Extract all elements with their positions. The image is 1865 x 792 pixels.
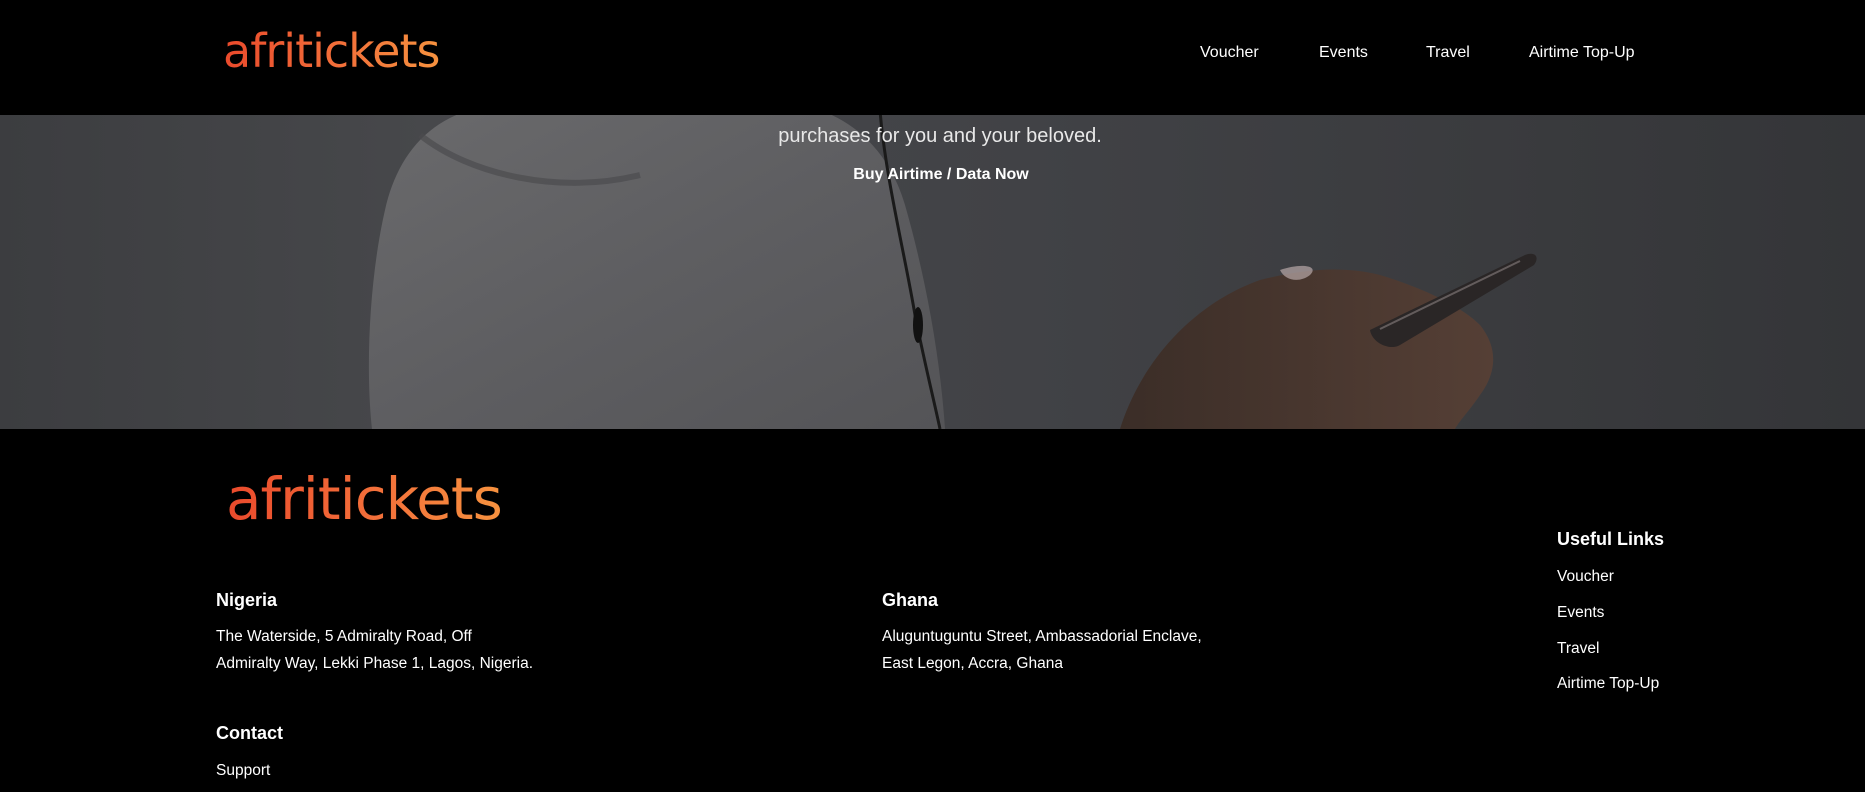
- hero-banner: purchases for you and your beloved. Buy …: [0, 115, 1865, 429]
- useful-links-heading: Useful Links: [1557, 529, 1665, 549]
- nigeria-heading: Nigeria: [216, 590, 278, 610]
- hero-subtitle: purchases for you and your beloved.: [778, 125, 1102, 147]
- footer-link-travel[interactable]: Travel: [1557, 640, 1600, 658]
- ghana-heading: Ghana: [882, 590, 939, 610]
- nav-airtime-top-up[interactable]: Airtime Top-Up: [1529, 44, 1635, 62]
- footer-link-airtime-top-up[interactable]: Airtime Top-Up: [1557, 675, 1659, 693]
- footer-link-events[interactable]: Events: [1557, 604, 1604, 622]
- nav-travel[interactable]: Travel: [1426, 44, 1470, 62]
- nigeria-address-line-1: The Waterside, 5 Admiralty Road, Off: [216, 628, 472, 645]
- ghana-address-line-1: Aluguntuguntu Street, Ambassadorial Encl…: [882, 628, 1202, 645]
- footer-link-voucher[interactable]: Voucher: [1557, 568, 1614, 586]
- afritickets-logo[interactable]: afritickets: [223, 28, 440, 74]
- ghana-address-line-2: East Legon, Accra, Ghana: [882, 655, 1063, 672]
- site-header: afritickets Voucher Events Travel Airtim…: [0, 0, 1865, 115]
- nav-voucher[interactable]: Voucher: [1200, 44, 1259, 62]
- hero-photo: [368, 115, 1537, 429]
- contact-heading: Contact: [216, 723, 283, 743]
- footer-afritickets-logo[interactable]: afritickets: [226, 470, 503, 528]
- nav-events[interactable]: Events: [1319, 44, 1368, 62]
- buy-airtime-data-button[interactable]: Buy Airtime / Data Now: [0, 166, 1865, 184]
- nigeria-address-line-2: Admiralty Way, Lekki Phase 1, Lagos, Nig…: [216, 655, 534, 672]
- support-link[interactable]: Support: [216, 762, 270, 780]
